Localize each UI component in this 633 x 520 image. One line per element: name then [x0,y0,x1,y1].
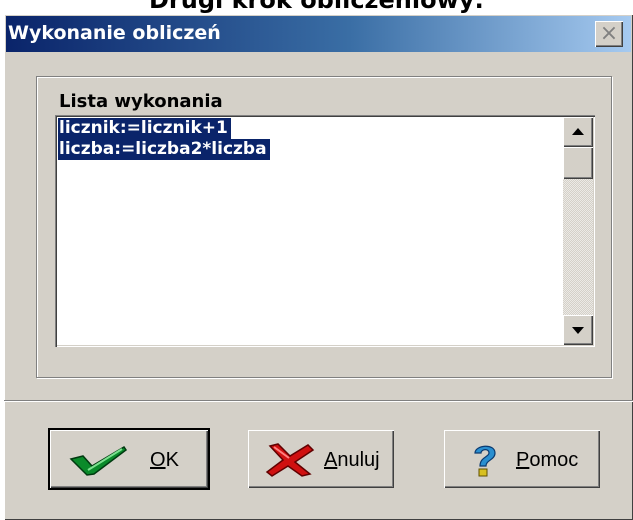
separator [4,400,633,402]
scroll-thumb[interactable] [563,147,593,179]
cross-icon [264,442,316,484]
close-icon: × [599,21,619,46]
background-caption: Drugi krok obliczeniowy: [148,0,484,14]
arrow-up-icon [572,128,584,135]
dialog-window: Wykonanie obliczeń × Lista wykonania lic… [4,14,633,520]
cancel-button-label: Anuluj [324,449,380,471]
list-item[interactable]: licznik:=licznik+1 [58,118,231,139]
cancel-button[interactable]: Anuluj [248,430,394,488]
checkmark-icon [68,444,130,484]
group-label: Lista wykonania [59,91,223,112]
close-button[interactable]: × [595,21,623,47]
execution-listbox[interactable]: licznik:=licznik+1 liczba:=liczba2*liczb… [55,115,595,347]
list-item[interactable]: liczba:=liczba2*liczba [58,139,270,160]
ok-button[interactable]: OK [50,430,208,488]
help-button-label: Pomoc [516,449,579,471]
execution-list-group: Lista wykonania licznik:=licznik+1 liczb… [36,76,612,378]
arrow-down-icon [572,327,584,334]
title-bar[interactable]: Wykonanie obliczeń × [6,16,631,52]
question-mark-icon [468,442,502,484]
help-button[interactable]: Pomoc [444,430,600,488]
window-title: Wykonanie obliczeń [8,22,221,44]
scroll-down-button[interactable] [563,315,593,345]
ok-button-label: OK [150,449,179,471]
scroll-up-button[interactable] [563,117,593,147]
vertical-scrollbar[interactable] [563,117,593,345]
